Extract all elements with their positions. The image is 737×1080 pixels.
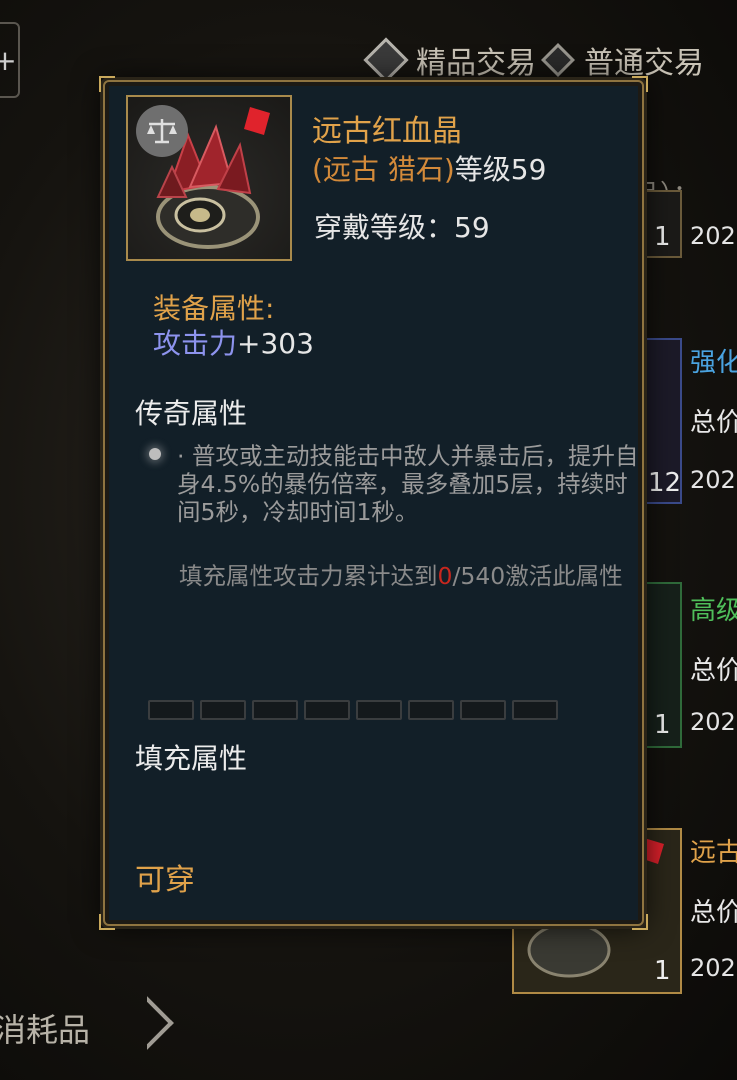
listing-date: 2022 xyxy=(690,222,737,250)
listing-date: 2022 xyxy=(690,708,737,736)
listing-title: 高级 xyxy=(690,596,737,626)
listing-date: 2022 xyxy=(690,954,737,982)
legendary-description: · 普攻或主动技能击中敌人并暴击后，提升自身4.5%的暴伤倍率，最多叠加5层，持… xyxy=(177,442,639,526)
listing-price: 总价 xyxy=(690,408,737,438)
fill-slot xyxy=(512,700,558,720)
item-class: (远古 猎石) xyxy=(312,153,455,186)
tooltip-corner xyxy=(99,76,115,92)
wear-level: 穿戴等级：59 xyxy=(314,211,490,244)
category-consumables[interactable]: 消耗品 xyxy=(0,1005,90,1051)
fill-slot xyxy=(148,700,194,720)
listing-title: 强化 xyxy=(690,348,737,378)
item-tooltip: 远古红血晶 (远古 猎石)等级59 穿戴等级：59 装备属性: 攻击力+303 … xyxy=(99,76,648,930)
listing-count: 1 xyxy=(654,956,671,986)
equipment-attributes-title: 装备属性: xyxy=(153,292,275,325)
fill-slot xyxy=(304,700,350,720)
attr-value: +303 xyxy=(237,327,314,360)
diamond-tab-icon xyxy=(541,43,575,77)
fill-slot xyxy=(200,700,246,720)
listing-title: 远古 xyxy=(690,838,737,868)
back-button[interactable]: + xyxy=(0,22,20,98)
listing-price: 总价 xyxy=(690,656,737,686)
attr-key: 攻击力 xyxy=(153,327,238,360)
fill-slots xyxy=(148,700,558,720)
diamond-tab-icon xyxy=(363,37,409,83)
tab-premium-trade[interactable]: 精品交易 xyxy=(416,38,536,82)
arrow-right-icon xyxy=(120,996,174,1050)
listing-count: 12 xyxy=(648,468,682,498)
listing-date: 2022 xyxy=(690,466,737,494)
fill-slot xyxy=(408,700,454,720)
legendary-attributes-title: 传奇属性 xyxy=(135,397,248,430)
fill-attributes-title: 填充属性 xyxy=(135,742,248,775)
item-level: 等级59 xyxy=(454,153,547,186)
fill-slot xyxy=(460,700,506,720)
item-type: (远古 猎石)等级59 xyxy=(312,148,546,188)
attack-attribute: 攻击力+303 xyxy=(153,322,314,362)
fill-slot xyxy=(356,700,402,720)
inactive-dot-icon xyxy=(149,448,161,460)
item-icon-frame xyxy=(126,95,292,261)
fill-suffix: /540激活此属性 xyxy=(452,562,623,590)
listing-count: 1 xyxy=(654,222,671,252)
wearable-status: 可穿 xyxy=(135,863,195,898)
listing-count: 1 xyxy=(654,710,671,740)
tooltip-corner xyxy=(632,914,648,930)
item-name: 远古红血晶 xyxy=(312,114,462,149)
listing-price: 总价 xyxy=(690,898,737,928)
tooltip-corner xyxy=(99,914,115,930)
tooltip-corner xyxy=(632,76,648,92)
balance-scale-icon xyxy=(136,105,188,157)
fill-current: 0 xyxy=(437,562,453,590)
fill-prefix: 填充属性攻击力累计达到 xyxy=(179,562,438,590)
fill-slot xyxy=(252,700,298,720)
legendary-fill-requirement: 填充属性攻击力累计达到0/540激活此属性 xyxy=(179,562,641,590)
